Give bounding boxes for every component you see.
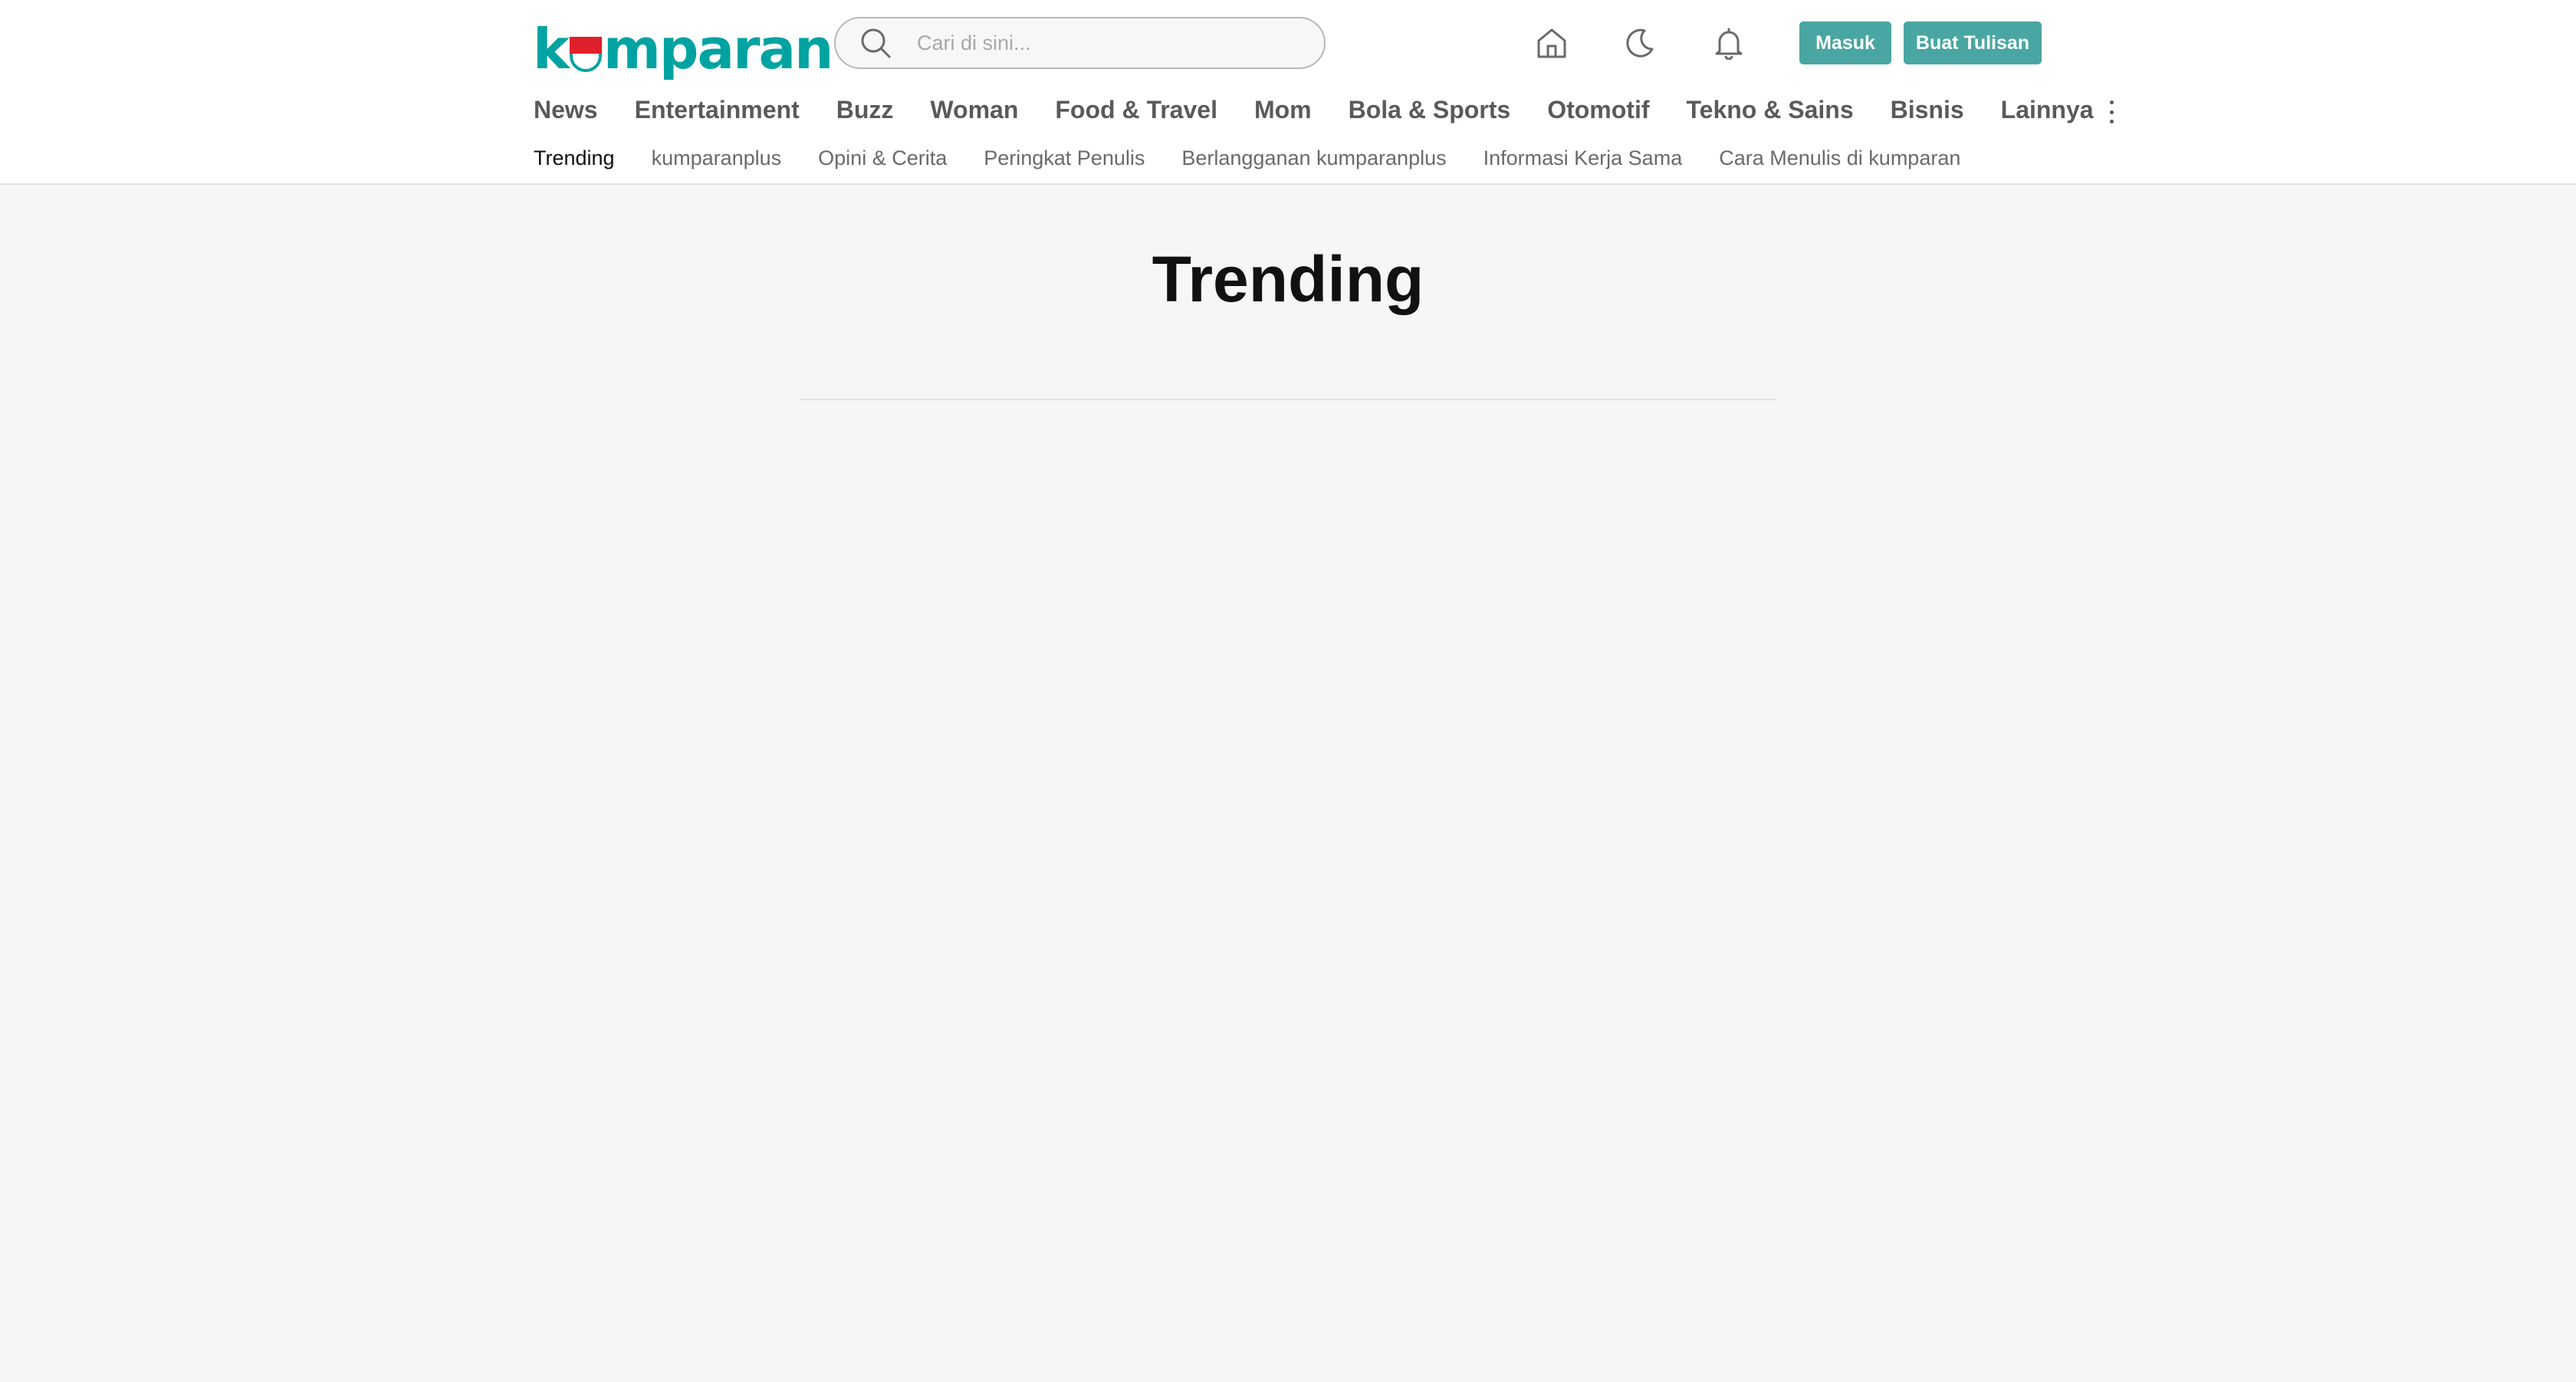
subnav-item-trending[interactable]: Trending bbox=[534, 146, 615, 170]
subnav-item-peringkat-penulis[interactable]: Peringkat Penulis bbox=[984, 146, 1145, 170]
subnav-item-kerja-sama[interactable]: Informasi Kerja Sama bbox=[1484, 146, 1683, 170]
nav-item-lainnya[interactable]: Lainnya bbox=[2001, 96, 2094, 124]
nav-item-bisnis[interactable]: Bisnis bbox=[1891, 96, 1964, 124]
logo-letter-k: k bbox=[533, 17, 570, 81]
subnav-item-berlangganan[interactable]: Berlangganan kumparanplus bbox=[1181, 146, 1446, 170]
moon-icon[interactable] bbox=[1618, 21, 1661, 64]
nav-item-otomotif[interactable]: Otomotif bbox=[1547, 96, 1649, 124]
subnav-item-cara-menulis[interactable]: Cara Menulis di kumparan bbox=[1719, 146, 1960, 170]
nav-item-mom[interactable]: Mom bbox=[1254, 96, 1312, 124]
search-bar[interactable] bbox=[834, 17, 1326, 69]
search-icon[interactable] bbox=[859, 26, 892, 60]
nav-item-bola-sports[interactable]: Bola & Sports bbox=[1349, 96, 1511, 124]
more-vertical-icon[interactable] bbox=[2108, 100, 2117, 123]
logo-mascot-icon bbox=[569, 37, 602, 72]
site-header: k mparan Masuk Bu bbox=[0, 0, 2576, 185]
home-icon[interactable] bbox=[1530, 21, 1573, 64]
login-button[interactable]: Masuk bbox=[1799, 21, 1891, 64]
title-divider bbox=[799, 399, 1777, 400]
nav-item-tekno-sains[interactable]: Tekno & Sains bbox=[1686, 96, 1853, 124]
search-input[interactable] bbox=[915, 30, 1283, 56]
write-article-button[interactable]: Buat Tulisan bbox=[1904, 21, 2042, 64]
subnav-item-opini-cerita[interactable]: Opini & Cerita bbox=[818, 146, 947, 170]
bell-icon[interactable] bbox=[1707, 21, 1750, 64]
category-nav: News Entertainment Buzz Woman Food & Tra… bbox=[534, 90, 2117, 129]
sub-nav: Trending kumparanplus Opini & Cerita Per… bbox=[534, 143, 1997, 173]
logo-text: mparan bbox=[603, 17, 833, 81]
kumparan-logo[interactable]: k mparan bbox=[533, 8, 833, 81]
page-title: Trending bbox=[1152, 243, 1424, 315]
nav-item-entertainment[interactable]: Entertainment bbox=[635, 96, 800, 124]
nav-item-buzz[interactable]: Buzz bbox=[836, 96, 894, 124]
nav-item-woman[interactable]: Woman bbox=[930, 96, 1018, 124]
nav-item-food-travel[interactable]: Food & Travel bbox=[1055, 96, 1217, 124]
nav-item-news[interactable]: News bbox=[534, 96, 598, 124]
subnav-item-kumparanplus[interactable]: kumparanplus bbox=[652, 146, 782, 170]
